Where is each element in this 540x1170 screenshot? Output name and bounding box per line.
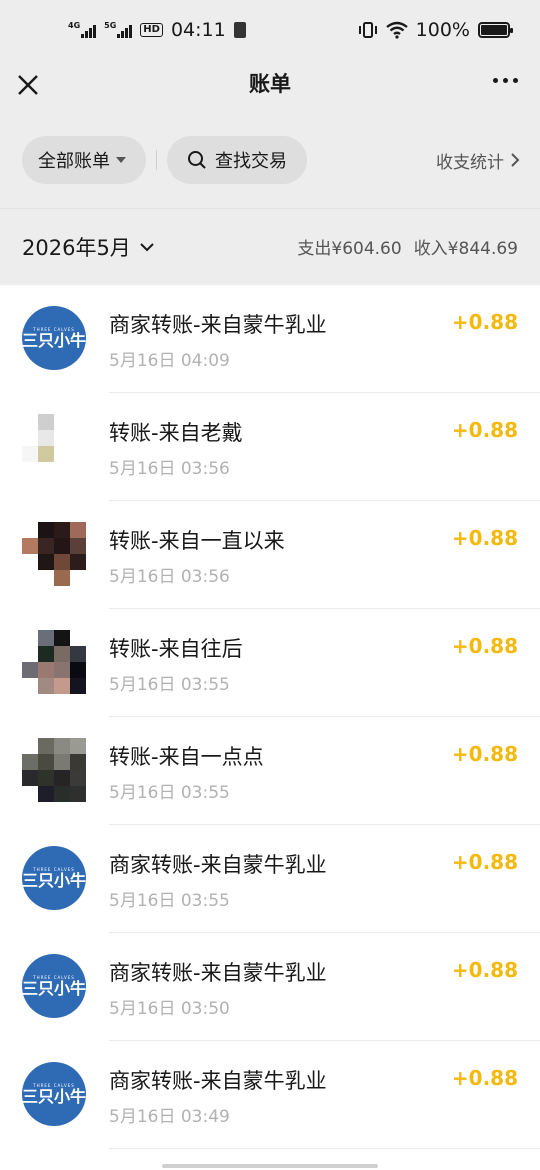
transaction-title: 商家转账-来自蒙牛乳业 [109,1069,327,1093]
transaction-amount: +0.88 [451,958,518,982]
transaction-title: 商家转账-来自蒙牛乳业 [109,961,327,985]
clipboard-icon [233,22,246,38]
merchant-logo-avatar: THREE CALVES 三只小牛 [22,306,86,370]
transaction-time: 5月16日 03:56 [109,567,230,587]
chevron-down-icon [140,242,154,251]
filter-divider [156,150,157,170]
search-icon [188,151,206,169]
status-left: 4G 5G HD 04:11 [68,19,246,41]
all-bills-label: 全部账单 [38,151,110,172]
caret-down-icon [116,157,126,163]
all-bills-dropdown[interactable]: 全部账单 [22,136,146,184]
merchant-logo-avatar: THREE CALVES 三只小牛 [22,954,86,1018]
transaction-time: 5月16日 03:56 [109,459,230,479]
nav-bar: 账单 [0,60,540,106]
transaction-row[interactable]: 转账-来自老戴 5月16日 03:56 +0.88 [0,393,540,501]
transaction-time: 5月16日 03:50 [109,999,230,1019]
battery-percent: 100% [415,19,470,41]
transaction-amount: +0.88 [451,526,518,550]
stats-label: 收支统计 [436,152,504,173]
income-expense-stats-link[interactable]: 收支统计 [436,148,520,173]
user-avatar [22,738,86,802]
income-total: 收入¥844.69 [413,239,518,259]
month-summary: 2026年5月 支出¥604.60 收入¥844.69 [0,208,540,284]
merchant-logo-avatar: THREE CALVES 三只小牛 [22,1062,86,1126]
filter-row: 全部账单 查找交易 收支统计 [22,136,520,184]
more-icon[interactable] [493,78,518,83]
transaction-time: 5月16日 03:55 [109,675,230,695]
logo-big-text: 三只小牛 [22,330,87,350]
transaction-amount: +0.88 [451,634,518,658]
transaction-amount: +0.88 [451,742,518,766]
transaction-row[interactable]: THREE CALVES 三只小牛 商家转账-来自蒙牛乳业 5月16日 03:49 +0… [0,1041,540,1149]
signal-5g-icon: 5G [104,21,133,38]
battery-icon [478,22,513,38]
user-avatar [22,630,86,694]
status-bar: 4G 5G HD 04:11 100% [0,0,540,60]
status-time: 04:11 [170,19,226,41]
user-avatar [22,522,86,586]
transaction-row[interactable]: THREE CALVES 三只小牛 商家转账-来自蒙牛乳业 5月16日 03:50 +0… [0,933,540,1041]
row-divider [109,1148,540,1149]
transaction-amount: +0.88 [451,310,518,334]
transaction-row[interactable]: 转账-来自往后 5月16日 03:55 +0.88 [0,609,540,717]
transaction-time: 5月16日 03:49 [109,1107,230,1127]
expense-total: 支出¥604.60 [297,239,402,259]
merchant-logo-avatar: THREE CALVES 三只小牛 [22,846,86,910]
month-selector[interactable]: 2026年5月 [22,232,155,262]
logo-big-text: 三只小牛 [22,1086,87,1106]
transaction-row[interactable]: 转账-来自一点点 5月16日 03:55 +0.88 [0,717,540,825]
search-transactions-button[interactable]: 查找交易 [167,136,307,184]
hd-icon: HD [140,23,163,37]
transaction-row[interactable]: THREE CALVES 三只小牛 商家转账-来自蒙牛乳业 5月16日 03:55 +0… [0,825,540,933]
net-label-4g: 4G [68,21,81,30]
logo-big-text: 三只小牛 [22,978,87,998]
user-avatar [22,414,86,478]
transaction-row[interactable]: THREE CALVES 三只小牛 商家转账-来自蒙牛乳业 5月16日 04:09 +0… [0,285,540,393]
close-icon[interactable] [14,64,42,102]
transaction-amount: +0.88 [451,1066,518,1090]
transaction-title: 转账-来自一点点 [109,745,264,769]
transaction-title: 商家转账-来自蒙牛乳业 [109,313,327,337]
wifi-icon [385,21,408,39]
month-label: 2026年5月 [22,235,131,260]
transaction-time: 5月16日 04:09 [109,351,230,371]
net-label-5g: 5G [104,21,117,30]
transaction-amount: +0.88 [451,418,518,442]
transaction-amount: +0.88 [451,850,518,874]
transaction-row[interactable]: 转账-来自一直以来 5月16日 03:56 +0.88 [0,501,540,609]
page-title: 账单 [249,72,291,96]
logo-big-text: 三只小牛 [22,870,87,890]
signal-4g-icon: 4G [68,21,97,38]
home-indicator [162,1164,378,1168]
transaction-time: 5月16日 03:55 [109,891,230,911]
transaction-list: THREE CALVES 三只小牛 商家转账-来自蒙牛乳业 5月16日 04:09 +0… [0,285,540,1170]
transaction-title: 转账-来自老戴 [109,421,243,445]
search-label: 查找交易 [215,151,287,172]
month-totals: 支出¥604.60 收入¥844.69 [297,234,518,259]
vibrate-icon [358,22,377,38]
chevron-right-icon [511,153,520,167]
transaction-title: 转账-来自一直以来 [109,529,285,553]
transaction-title: 商家转账-来自蒙牛乳业 [109,853,327,877]
status-right: 100% [358,19,513,41]
transaction-title: 转账-来自往后 [109,637,243,661]
transaction-time: 5月16日 03:55 [109,783,230,803]
